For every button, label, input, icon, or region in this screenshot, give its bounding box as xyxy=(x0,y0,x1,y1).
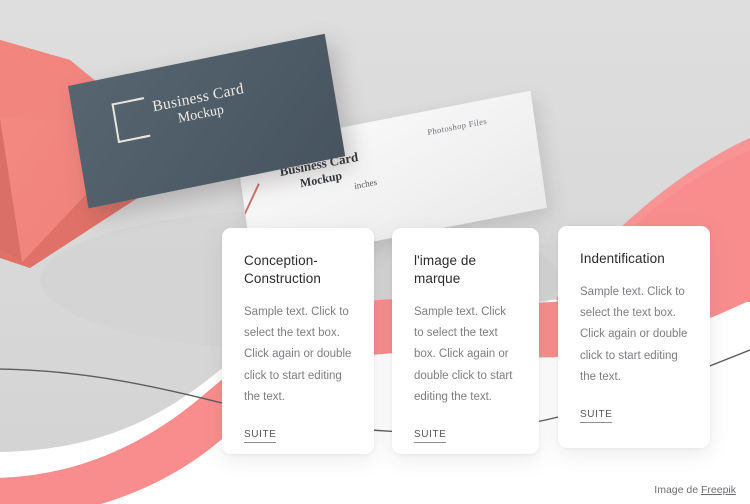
feature-card[interactable]: Indentification Sample text. Click to se… xyxy=(558,226,710,448)
feature-card-title: l'image de marque xyxy=(414,252,517,288)
feature-card-body: Sample text. Click to select the text bo… xyxy=(244,305,352,403)
feature-card-title-line2: Construction xyxy=(244,270,321,286)
feature-card-body: Sample text. Click to select the text bo… xyxy=(414,305,513,403)
feature-card-title: Conception- Construction xyxy=(244,252,352,288)
feature-card-title: Indentification xyxy=(580,250,688,268)
feature-card-title-line2: marque xyxy=(414,270,461,286)
freepik-link[interactable]: Freepik xyxy=(701,484,736,496)
feature-card-title-line1: Conception- xyxy=(244,253,318,268)
feature-card-title-line1: Indentification xyxy=(580,251,665,266)
feature-card[interactable]: Conception- Construction Sample text. Cl… xyxy=(222,228,374,454)
feature-card-body: Sample text. Click to select the text bo… xyxy=(580,285,688,384)
feature-card-list: Conception- Construction Sample text. Cl… xyxy=(0,0,750,504)
page-root: Business Card Mockup inches Photoshop Fi… xyxy=(0,0,750,504)
feature-card-suite-link[interactable]: SUITE xyxy=(414,429,447,444)
image-credit: Image de Freepik xyxy=(654,484,736,496)
feature-card-suite-link[interactable]: SUITE xyxy=(580,409,613,424)
feature-card-title-line1: l'image de xyxy=(414,253,477,268)
feature-card[interactable]: l'image de marque Sample text. Click to … xyxy=(392,228,539,454)
feature-card-suite-link[interactable]: SUITE xyxy=(244,429,277,444)
image-credit-prefix: Image de xyxy=(654,484,701,496)
